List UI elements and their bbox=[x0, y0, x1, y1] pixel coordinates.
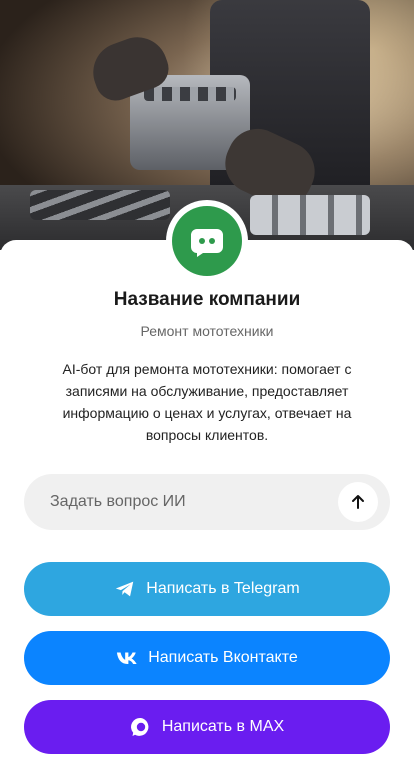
telegram-button-label: Написать в Telegram bbox=[146, 580, 300, 597]
company-description: AI-бот для ремонта мототехники: помогает… bbox=[62, 361, 352, 443]
max-icon bbox=[130, 716, 152, 738]
ask-ai-field[interactable] bbox=[24, 474, 390, 530]
arrow-up-icon bbox=[352, 495, 364, 509]
vk-button-label: Написать Вконтакте bbox=[148, 649, 298, 666]
company-name: Название компании bbox=[113, 289, 301, 310]
max-button[interactable]: Написать в MAX bbox=[24, 700, 390, 754]
ask-ai-input[interactable] bbox=[48, 492, 332, 512]
vk-icon bbox=[116, 647, 138, 669]
max-button-label: Написать в MAX bbox=[161, 718, 285, 735]
telegram-button[interactable]: Написать в Telegram bbox=[24, 562, 390, 616]
avatar bbox=[172, 206, 242, 276]
telegram-icon bbox=[114, 578, 136, 600]
company-category: Ремонт мототехники bbox=[140, 323, 274, 339]
bot-chat-icon bbox=[191, 229, 223, 257]
send-button[interactable] bbox=[338, 482, 378, 522]
vk-button[interactable]: Написать Вконтакте bbox=[24, 631, 390, 685]
